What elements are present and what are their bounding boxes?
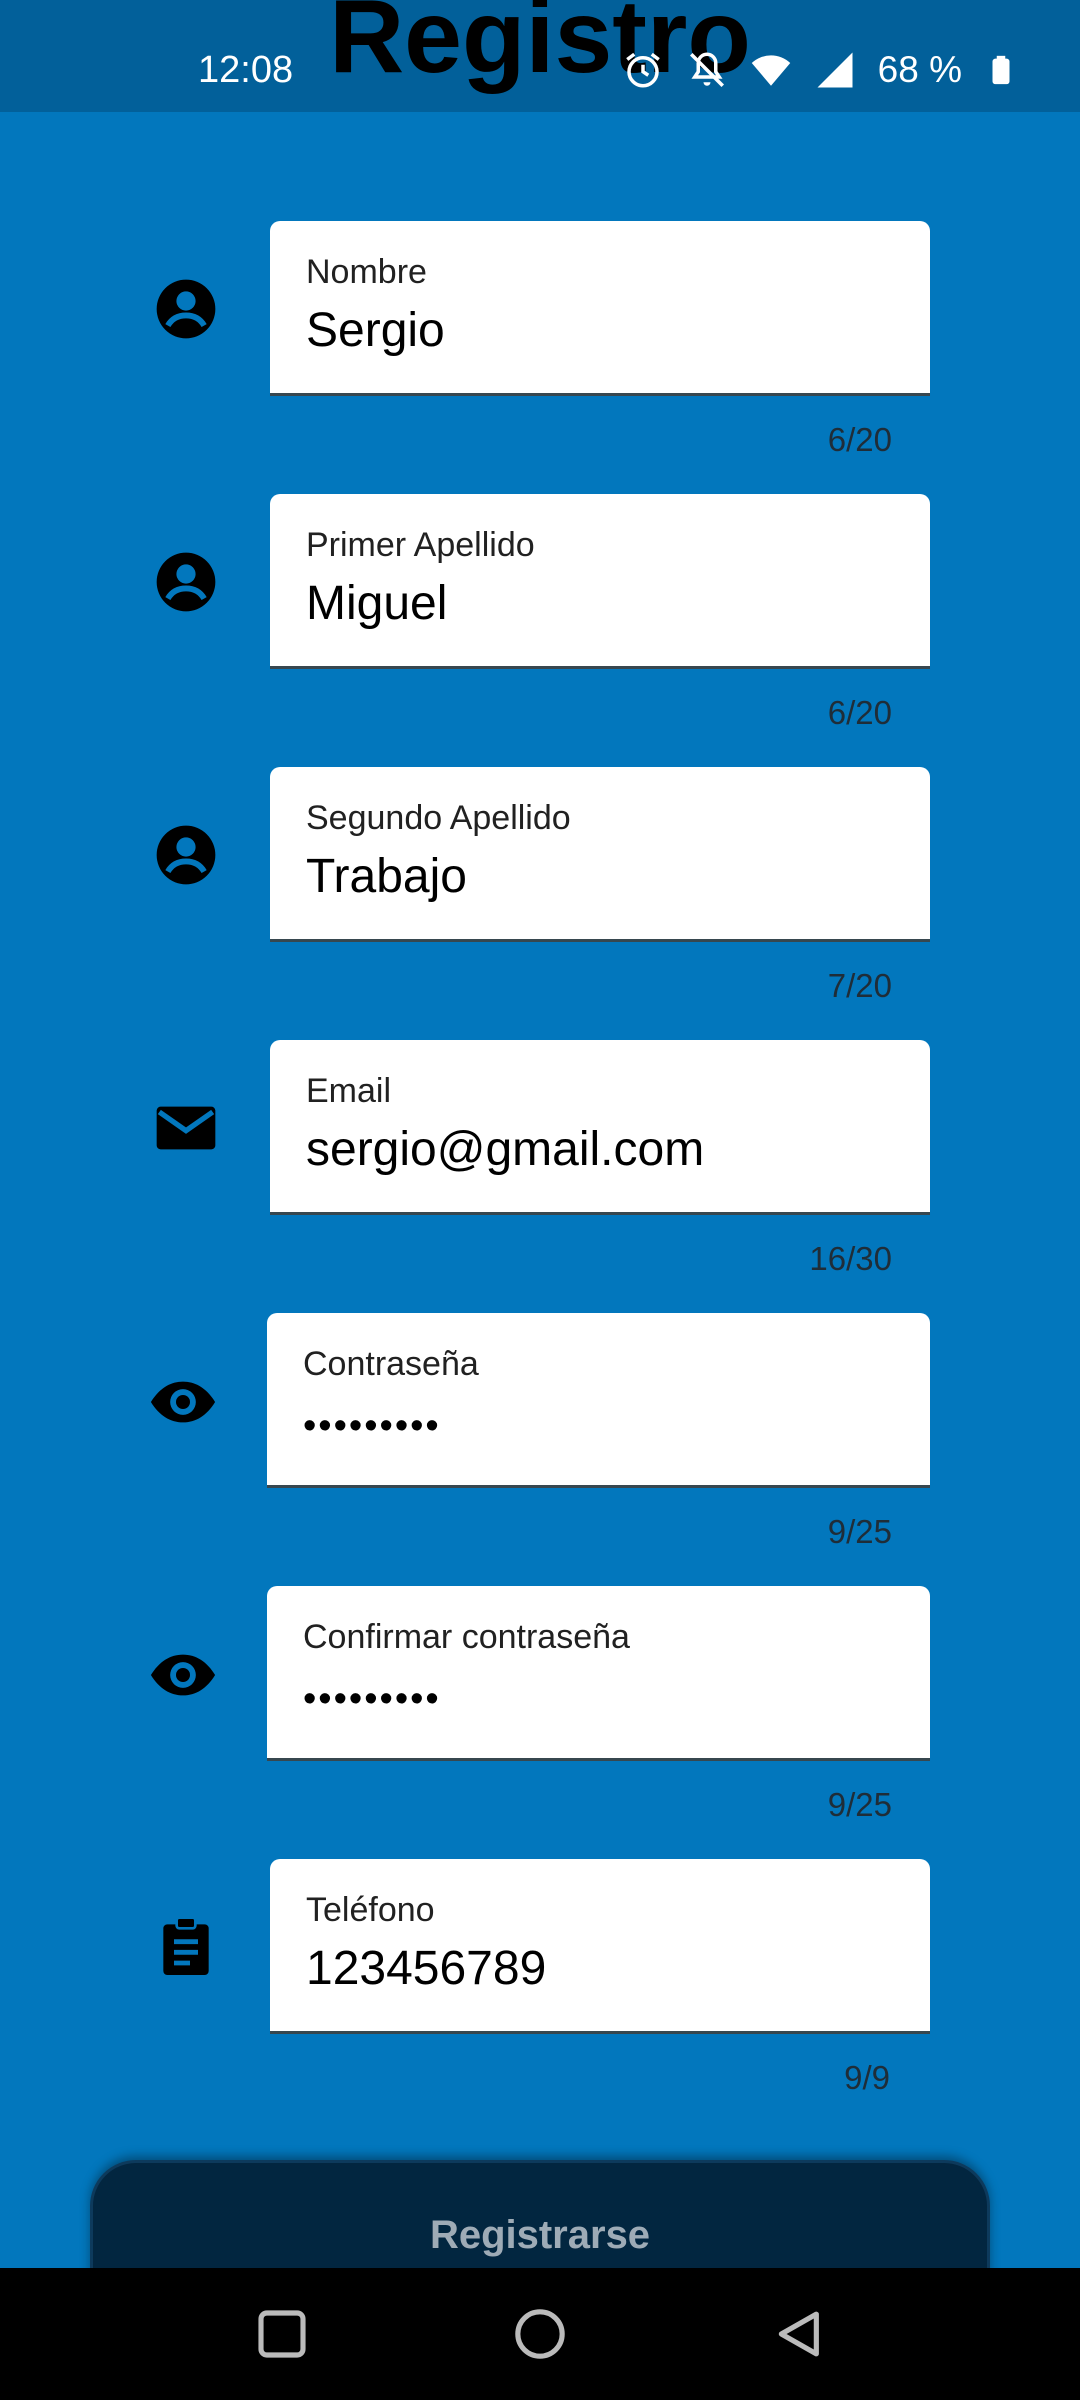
back-icon[interactable] xyxy=(772,2306,828,2362)
telefono-counter: 9/9 xyxy=(844,2059,890,2096)
field-row-segundo-apellido: Segundo Apellido Trabajo 7/20 xyxy=(0,767,1080,1004)
field-row-primer-apellido: Primer Apellido Miguel 6/20 xyxy=(0,494,1080,731)
segundo-apellido-input[interactable]: Segundo Apellido Trabajo xyxy=(270,767,930,942)
confirmar-contrasena-counter: 9/25 xyxy=(827,1786,892,1823)
navigation-bar xyxy=(0,2268,1080,2400)
battery-percentage: 68 % xyxy=(877,49,962,90)
register-button-label: Registrarse xyxy=(429,2213,651,2257)
nombre-label: Nombre xyxy=(306,253,427,291)
battery-icon xyxy=(992,55,1010,85)
primer-apellido-value: Miguel xyxy=(306,577,448,630)
confirmar-contrasena-input[interactable]: Confirmar contraseña ••••••••• xyxy=(267,1586,930,1761)
field-row-email: Email sergio@gmail.com 16/30 xyxy=(0,1040,1080,1277)
segundo-apellido-label: Segundo Apellido xyxy=(306,799,571,837)
primer-apellido-input[interactable]: Primer Apellido Miguel xyxy=(270,494,930,669)
contrasena-label: Contraseña xyxy=(303,1345,479,1383)
person-icon xyxy=(156,552,216,612)
field-row-telefono: Teléfono 123456789 9/9 xyxy=(0,1859,1080,2096)
mail-icon xyxy=(156,1106,216,1150)
email-value: sergio@gmail.com xyxy=(306,1123,705,1176)
nombre-counter: 6/20 xyxy=(827,421,892,458)
status-time: 12:08 xyxy=(198,49,294,91)
alarm-icon xyxy=(625,52,660,88)
field-row-nombre: Nombre Sergio 6/20 xyxy=(0,221,1080,458)
status-bar: Registro 12:08 68 % xyxy=(0,0,1080,112)
email-input[interactable]: Email sergio@gmail.com xyxy=(270,1040,930,1215)
eye-icon[interactable] xyxy=(148,1367,218,1437)
nombre-value: Sergio xyxy=(306,304,445,357)
contrasena-counter: 9/25 xyxy=(827,1513,892,1550)
email-counter: 16/30 xyxy=(809,1240,892,1277)
field-row-confirmar-contrasena: Confirmar contraseña ••••••••• 9/25 xyxy=(0,1586,1080,1823)
status-icons: 68 % xyxy=(622,44,1018,96)
telefono-input[interactable]: Teléfono 123456789 xyxy=(270,1859,930,2034)
segundo-apellido-value: Trabajo xyxy=(306,850,467,903)
notifications-off-icon xyxy=(689,52,724,87)
recent-apps-icon[interactable] xyxy=(254,2306,310,2362)
field-row-contrasena: Contraseña ••••••••• 9/25 xyxy=(0,1313,1080,1550)
telefono-value: 123456789 xyxy=(306,1942,547,1995)
nombre-input[interactable]: Nombre Sergio xyxy=(270,221,930,396)
confirmar-contrasena-label: Confirmar contraseña xyxy=(303,1618,630,1656)
confirmar-contrasena-value: ••••••••• xyxy=(303,1678,441,1720)
clipboard-icon xyxy=(163,1916,209,1975)
contrasena-value: ••••••••• xyxy=(303,1405,441,1447)
person-icon xyxy=(156,279,216,339)
primer-apellido-counter: 6/20 xyxy=(827,694,892,731)
wifi-icon xyxy=(751,55,790,86)
primer-apellido-label: Primer Apellido xyxy=(306,526,535,564)
person-icon xyxy=(156,825,216,885)
contrasena-input[interactable]: Contraseña ••••••••• xyxy=(267,1313,930,1488)
home-icon[interactable] xyxy=(512,2306,568,2362)
telefono-label: Teléfono xyxy=(306,1891,435,1929)
signal-icon xyxy=(817,52,853,88)
email-label: Email xyxy=(306,1072,392,1110)
eye-icon[interactable] xyxy=(148,1640,218,1710)
segundo-apellido-counter: 7/20 xyxy=(827,967,892,1004)
